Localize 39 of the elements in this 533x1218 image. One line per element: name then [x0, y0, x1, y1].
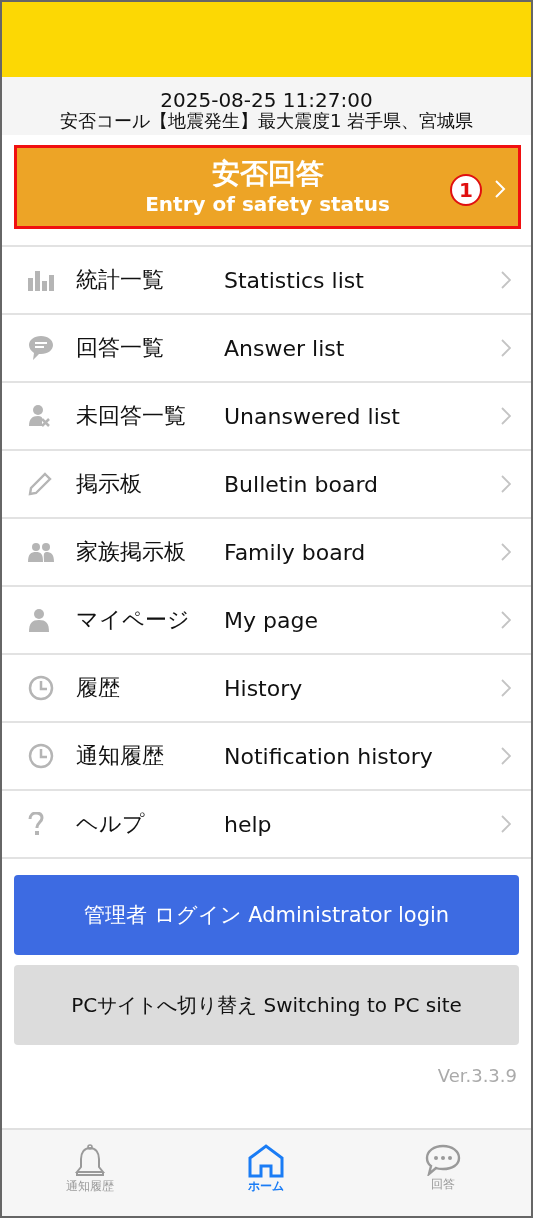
menu-item[interactable]: 履歴 History — [2, 655, 531, 723]
pencil-icon — [28, 472, 52, 496]
chat-icon — [424, 1144, 461, 1176]
group-icon — [28, 542, 54, 562]
menu-item[interactable]: 掲示板 Bulletin board — [2, 451, 531, 519]
user-remove-icon — [28, 404, 50, 428]
chevron-icon — [501, 271, 511, 289]
menu-item[interactable]: 未回答一覧 Unanswered list — [2, 383, 531, 451]
clock-icon — [28, 675, 54, 701]
tab-item[interactable]: ホーム — [178, 1130, 355, 1216]
bell-icon — [73, 1144, 108, 1178]
speech-bubble-icon — [28, 335, 54, 361]
safety-answer-button[interactable]: 安否回答 Entry of safety status 1 — [14, 145, 521, 229]
user-icon — [28, 608, 50, 632]
menu-item[interactable]: 通知履歴 Notification history — [2, 723, 531, 791]
alert-datetime: 2025-08-25 11:27:00 — [159, 89, 374, 111]
chevron-icon — [494, 179, 506, 199]
clock-icon — [28, 743, 54, 769]
chevron-icon — [501, 747, 511, 765]
home-icon — [248, 1144, 285, 1178]
chevron-icon — [501, 339, 511, 357]
chevron-icon — [501, 407, 511, 425]
pc-site-button[interactable]: PCサイトへ切り替え Switching to PC site — [14, 965, 519, 1045]
chevron-icon — [501, 543, 511, 561]
admin-login-button[interactable]: 管理者 ログイン Administrator login — [14, 875, 519, 955]
chevron-icon — [501, 611, 511, 629]
chevron-icon — [501, 815, 511, 833]
bar-chart-icon — [28, 269, 56, 291]
version-label: Ver.3.3.9 — [436, 1064, 518, 1086]
menu-item[interactable]: 回答一覧 Answer list — [2, 315, 531, 383]
menu-item[interactable]: 家族掲示板 Family board — [2, 519, 531, 587]
menu-item[interactable]: 統計一覧 Statistics list — [2, 247, 531, 315]
number-badge: 1 — [450, 174, 482, 206]
chevron-icon — [501, 679, 511, 697]
chevron-icon — [501, 475, 511, 493]
menu-item[interactable]: マイページ My page — [2, 587, 531, 655]
help-icon — [28, 812, 44, 836]
alert-message: 安否コール【地震発生】最大震度1 岩手県、宮城県 — [58, 111, 475, 131]
menu-item[interactable]: ヘルプ help — [2, 791, 531, 859]
